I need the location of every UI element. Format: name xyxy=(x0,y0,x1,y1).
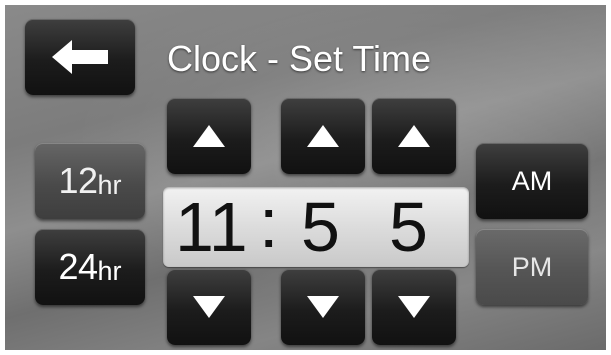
24hr-number: 24 xyxy=(58,246,98,287)
down-arrow-icon xyxy=(307,296,339,318)
pm-label: PM xyxy=(511,251,553,282)
12hr-number: 12 xyxy=(58,160,98,201)
hours-digits: 11 xyxy=(175,188,248,266)
24hr-button[interactable]: 24 hr xyxy=(35,229,145,305)
minute-ones-up-button[interactable] xyxy=(372,98,456,174)
page-title: Clock - Set Time xyxy=(167,38,432,79)
12hr-unit: hr xyxy=(97,169,122,200)
minute-tens-up-button[interactable] xyxy=(281,98,365,174)
back-button[interactable] xyxy=(25,19,135,95)
minute-tens-down-button[interactable] xyxy=(281,269,365,345)
down-arrow-icon xyxy=(398,296,430,318)
up-arrow-icon xyxy=(398,125,430,147)
hour-down-button[interactable] xyxy=(167,269,251,345)
hour-up-button[interactable] xyxy=(167,98,251,174)
12hr-button[interactable]: 12 hr xyxy=(35,143,145,219)
pm-button[interactable]: PM xyxy=(476,229,588,305)
left-arrow-icon xyxy=(52,40,108,74)
up-arrow-icon xyxy=(307,125,339,147)
down-arrow-icon xyxy=(193,296,225,318)
24hr-unit: hr xyxy=(97,255,122,286)
up-arrow-icon xyxy=(193,125,225,147)
time-separator: : xyxy=(259,184,279,262)
time-display: 11 : 5 5 xyxy=(163,184,469,267)
am-button[interactable]: AM xyxy=(476,143,588,219)
minute-tens-digit: 5 xyxy=(301,188,340,266)
minute-ones-down-button[interactable] xyxy=(372,269,456,345)
minute-ones-digit: 5 xyxy=(389,188,428,266)
am-label: AM xyxy=(511,165,553,196)
clock-set-time-screen: Clock - Set Time 12 hr 24 hr 11 : 5 5 AM P… xyxy=(5,5,606,350)
